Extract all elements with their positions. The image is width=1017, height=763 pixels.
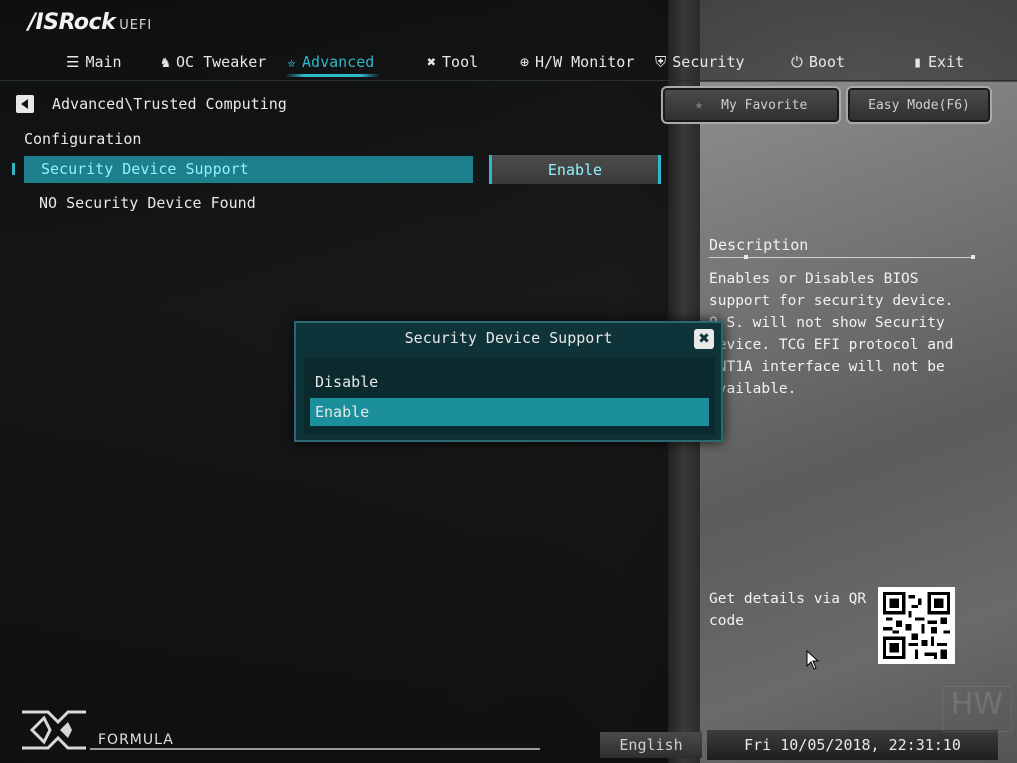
tab-label: Boot: [808, 53, 845, 71]
tools-icon: ✖: [427, 53, 437, 71]
easy-mode-label: Easy Mode(F6): [868, 97, 970, 113]
datetime-display: Fri 10/05/2018, 22:31:10: [707, 730, 998, 760]
tab-main[interactable]: ☰ Main: [66, 50, 122, 74]
mouse-cursor-icon: [806, 649, 820, 674]
tab-label: Main: [85, 53, 122, 71]
easy-mode-button[interactable]: Easy Mode(F6): [846, 86, 992, 124]
language-selector[interactable]: English: [600, 732, 702, 758]
qr-code-graphic: [883, 592, 950, 659]
tab-boot[interactable]: ⏻ Boot: [791, 50, 845, 74]
tab-tool[interactable]: ✖ Tool: [427, 50, 478, 74]
crosshair-icon: ⊕: [520, 53, 530, 71]
qr-label: Get details via QR code: [709, 591, 867, 629]
logo-main: /ISRock: [28, 10, 116, 35]
footer-divider: [90, 748, 540, 750]
info-text: NO Security Device Found: [39, 194, 256, 212]
description-divider: [709, 255, 975, 259]
tab-security[interactable]: ⛨ Security: [655, 50, 745, 74]
section-title: Configuration: [24, 130, 142, 148]
tab-label: Tool: [442, 53, 479, 71]
tab-label: Advanced: [302, 53, 375, 71]
nav-divider: [0, 80, 1017, 81]
list-icon: ☰: [66, 53, 80, 71]
back-button[interactable]: [16, 95, 34, 113]
description-title: Description: [709, 236, 809, 254]
setting-value-button[interactable]: Enable: [489, 155, 661, 184]
option-disable[interactable]: Disable: [310, 368, 709, 396]
my-favorite-label: My Favorite: [721, 97, 808, 113]
active-tab-indicator: [285, 74, 380, 77]
formula-logo: FORMULA: [18, 708, 174, 752]
formula-text: FORMULA: [98, 732, 174, 748]
tab-hw-monitor[interactable]: ⊕ H/W Monitor: [520, 50, 634, 74]
close-icon[interactable]: ✖: [694, 329, 714, 349]
dialog-options: Disable Enable: [304, 358, 715, 434]
breadcrumb: Advanced\Trusted Computing: [52, 95, 287, 113]
my-favorite-button[interactable]: ★ My Favorite: [661, 86, 841, 124]
tab-oc-tweaker[interactable]: ♞ OC Tweaker: [161, 50, 266, 74]
logo-sub: UEFI: [119, 18, 153, 33]
power-icon: ⏻: [791, 53, 803, 71]
star-icon: ★: [694, 97, 704, 113]
option-enable[interactable]: Enable: [310, 398, 709, 426]
door-icon: ▮: [913, 53, 923, 71]
tab-exit[interactable]: ▮ Exit: [913, 50, 964, 74]
tab-label: H/W Monitor: [535, 53, 635, 71]
rocket-icon: ♞: [161, 53, 171, 71]
setting-label: Security Device Support: [41, 160, 249, 178]
tab-advanced[interactable]: ✮ Advanced: [287, 50, 374, 74]
selection-marker: [12, 163, 15, 175]
tab-label: OC Tweaker: [176, 53, 267, 71]
shield-icon: ⛨: [655, 53, 667, 71]
dialog-title: Security Device Support: [404, 329, 613, 347]
option-dialog: Security Device Support ✖ Disable Enable: [294, 321, 723, 442]
star-icon: ✮: [287, 53, 297, 71]
right-panel: [700, 82, 1017, 763]
top-nav: ☰ Main ♞ OC Tweaker ✮ Advanced ✖ Tool ⊕ …: [0, 44, 1017, 80]
asrock-logo: /ISRock UEFI: [28, 10, 152, 35]
qr-code: [878, 587, 955, 664]
watermark: HW: [942, 686, 1012, 732]
tab-label: Exit: [928, 53, 965, 71]
back-arrow-icon: [20, 99, 28, 109]
formula-emblem-icon: [22, 710, 86, 750]
tab-label: Security: [672, 53, 745, 71]
setting-row-security-device-support[interactable]: Security Device Support: [24, 156, 473, 183]
description-text: Enables or Disables BIOS support for sec…: [709, 271, 954, 397]
